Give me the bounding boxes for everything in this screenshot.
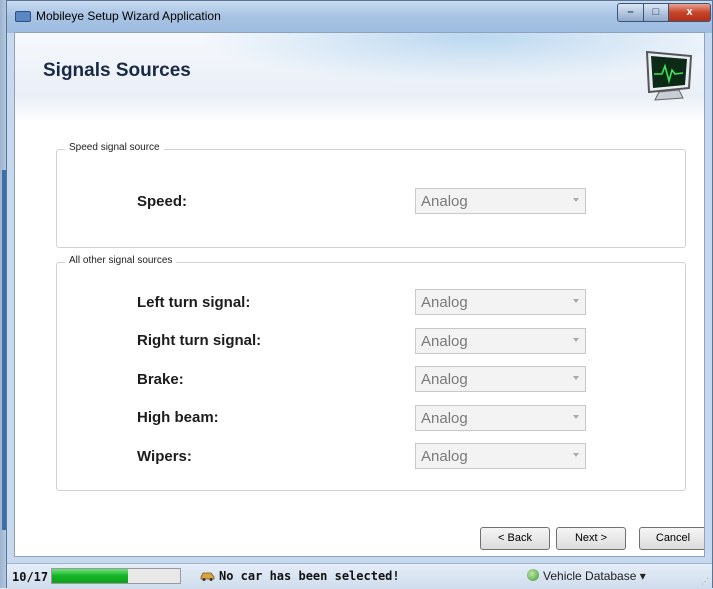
speed-group-legend: Speed signal source <box>65 142 164 153</box>
wipers-label: Wipers: <box>137 448 192 465</box>
maximize-button[interactable]: □ <box>643 3 669 22</box>
page-counter: 10/17 <box>12 570 49 584</box>
wipers-source-value: Analog <box>421 448 468 465</box>
wizard-window: Mobileye Setup Wizard Application – □ x … <box>6 0 713 589</box>
right-turn-source-value: Analog <box>421 333 468 350</box>
page-title: Signals Sources <box>43 60 191 81</box>
chevron-down-icon <box>573 299 579 303</box>
chevron-down-icon <box>573 198 579 202</box>
car-icon <box>200 572 215 581</box>
left-turn-label: Left turn signal: <box>137 294 251 311</box>
speed-source-value: Analog <box>421 193 468 210</box>
speed-signal-group: Speed signal source Speed: Analog <box>56 142 686 248</box>
speed-source-select[interactable]: Analog <box>415 188 586 214</box>
minimize-button[interactable]: – <box>617 3 644 22</box>
monitor-icon <box>645 50 693 101</box>
title-bar[interactable]: Mobileye Setup Wizard Application – □ x <box>7 1 712 33</box>
chevron-down-icon <box>573 338 579 342</box>
chevron-down-icon <box>573 376 579 380</box>
car-status-text: No car has been selected! <box>219 569 400 583</box>
database-icon <box>527 569 539 581</box>
high-beam-source-select[interactable]: Analog <box>415 405 586 431</box>
back-button[interactable]: < Back <box>480 527 550 550</box>
left-turn-source-value: Analog <box>421 294 468 311</box>
high-beam-source-value: Analog <box>421 410 468 427</box>
vehicle-database-label: Vehicle Database ▾ <box>543 569 646 583</box>
brake-source-select[interactable]: Analog <box>415 366 586 392</box>
other-signal-group: All other signal sources Left turn signa… <box>56 255 686 491</box>
progress-fill <box>52 569 128 583</box>
next-button[interactable]: Next > <box>556 527 626 550</box>
wipers-source-select[interactable]: Analog <box>415 443 586 469</box>
other-group-legend: All other signal sources <box>65 255 177 266</box>
resize-grip[interactable]: ⋰ <box>701 577 709 586</box>
cancel-button[interactable]: Cancel <box>639 527 704 550</box>
header-band: Signals Sources <box>15 33 704 123</box>
right-turn-label: Right turn signal: <box>137 332 262 349</box>
wizard-content: Signals Sources Speed signal source Spee… <box>14 32 705 557</box>
chevron-down-icon <box>573 415 579 419</box>
car-status: No car has been selected! <box>200 569 400 583</box>
right-turn-source-select[interactable]: Analog <box>415 328 586 354</box>
app-icon <box>15 11 31 22</box>
status-bar: 10/17 No car has been selected! Vehicle … <box>7 563 712 589</box>
high-beam-label: High beam: <box>137 409 219 426</box>
brake-source-value: Analog <box>421 371 468 388</box>
brake-label: Brake: <box>137 371 184 388</box>
vehicle-database-menu[interactable]: Vehicle Database ▾ <box>527 569 646 583</box>
window-title: Mobileye Setup Wizard Application <box>36 9 221 23</box>
chevron-down-icon <box>573 453 579 457</box>
close-button[interactable]: x <box>668 3 711 22</box>
wizard-progress-bar <box>51 568 181 584</box>
left-turn-source-select[interactable]: Analog <box>415 289 586 315</box>
speed-label: Speed: <box>137 193 188 210</box>
header-swoosh <box>195 33 704 83</box>
